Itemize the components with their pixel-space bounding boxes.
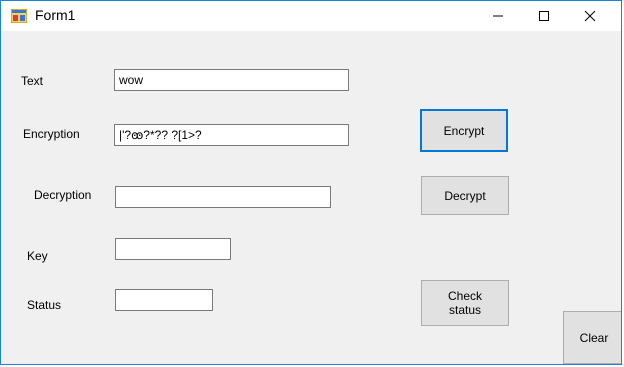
maximize-button[interactable] [521, 1, 567, 31]
decryption-output[interactable] [115, 186, 331, 208]
encrypt-button[interactable]: Encrypt [420, 109, 508, 152]
window-title: Form1 [35, 7, 76, 23]
text-input[interactable]: wow [114, 69, 349, 91]
minimize-button[interactable] [475, 1, 521, 31]
encryption-output[interactable]: |'?ꙭ?*?? ?[1>? [114, 124, 349, 146]
minimize-icon [493, 15, 503, 17]
key-label: Key [27, 249, 48, 263]
decrypt-button[interactable]: Decrypt [421, 176, 509, 215]
close-icon [584, 10, 596, 22]
title-bar[interactable]: Form1 [1, 1, 621, 31]
check-status-button[interactable]: Check status [421, 280, 509, 326]
form1-window: Form1 Text wow Encryption |'?ꙭ?*?? ?[1>?… [0, 0, 622, 365]
winforms-app-icon [11, 9, 27, 23]
status-label: Status [27, 298, 62, 312]
encryption-label: Encryption [23, 127, 80, 141]
maximize-icon [539, 11, 549, 21]
close-button[interactable] [567, 1, 613, 31]
key-input[interactable] [115, 238, 231, 260]
status-output[interactable] [115, 289, 213, 311]
text-label: Text [21, 74, 44, 88]
decryption-label: Decryption [34, 188, 92, 202]
clear-button[interactable]: Clear [563, 311, 621, 364]
